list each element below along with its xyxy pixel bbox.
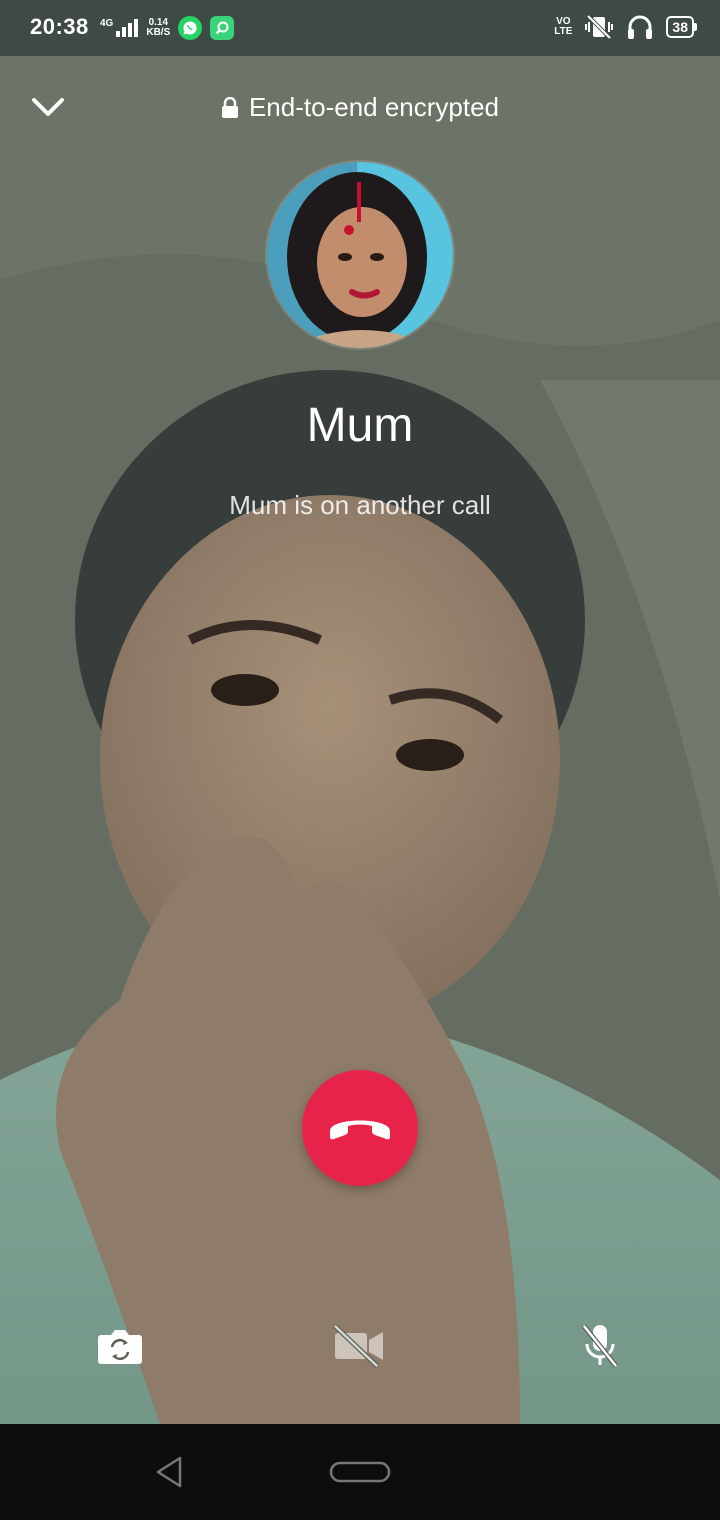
contact-name: Mum	[306, 399, 414, 452]
network-type: 4G	[100, 18, 114, 29]
headphones-icon	[628, 15, 653, 39]
switch-camera-button[interactable]	[92, 1318, 148, 1374]
data-speed-unit: KB/S	[146, 27, 171, 38]
volte-icon: VO LTE	[554, 17, 572, 37]
battery-icon: 38	[666, 16, 697, 38]
lock-icon	[221, 96, 238, 118]
data-speed: 0.14 KB/S	[146, 18, 170, 38]
vibrate-mute-icon	[585, 14, 614, 40]
phone-hangup-icon	[330, 1120, 390, 1140]
encryption-notice[interactable]: End-to-end encrypted	[0, 92, 720, 123]
contact-avatar	[267, 162, 453, 348]
status-bar: 20:38 4G 0.14 KB/S VO LTE 38	[0, 0, 720, 56]
video-toggle-button[interactable]	[331, 1318, 387, 1374]
volte-bottom: LTE	[554, 26, 573, 37]
mute-button[interactable]	[572, 1318, 628, 1374]
status-right-icons: VO LTE 38	[554, 14, 697, 40]
call-controls	[0, 1318, 720, 1374]
encryption-label: End-to-end encrypted	[248, 92, 500, 122]
video-off-icon	[333, 1324, 383, 1368]
switch-camera-icon	[98, 1330, 142, 1364]
call-status: Mum is on another call	[229, 490, 491, 520]
mic-off-icon	[582, 1324, 618, 1368]
whatsapp-icon	[178, 16, 203, 40]
system-nav-bar	[0, 1424, 720, 1520]
signal-icon: 4G	[100, 18, 139, 37]
avatar-photo	[267, 162, 453, 348]
back-icon[interactable]	[150, 1452, 190, 1492]
status-time: 20:38	[30, 14, 89, 39]
status-left-icons: 4G 0.14 KB/S	[100, 16, 235, 40]
call-header: End-to-end encrypted	[0, 56, 720, 156]
app-icon	[210, 16, 235, 40]
home-icon[interactable]	[329, 1461, 391, 1483]
end-call-button[interactable]	[302, 1070, 418, 1186]
